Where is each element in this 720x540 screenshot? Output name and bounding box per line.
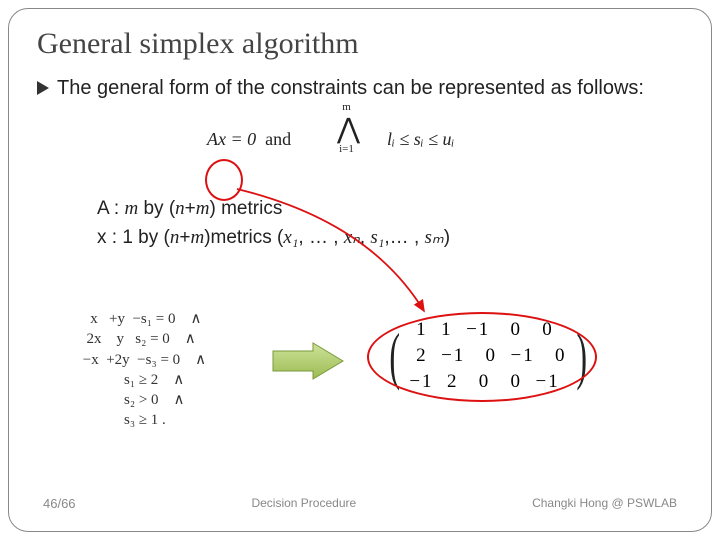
bigand-symbol-icon: ⋀ (337, 119, 360, 141)
footer-right: Changki Hong @ PSWLAB (532, 496, 677, 511)
and-text: and (265, 129, 291, 149)
formula-bigand: m ⋀ i=1 (337, 107, 360, 153)
eq-row: s₁ ≥ 2 ∧ (79, 370, 206, 390)
ax-text: Ax = 0 (207, 129, 256, 149)
desc-block: A : m by (n+m) metrics x : 1 by (n+m)met… (97, 195, 683, 252)
bigand-sub: i=1 (335, 143, 358, 155)
desc-line-x: x : 1 by (n+m)metrics (x₁, … , xₙ, s₁,… … (97, 224, 683, 253)
formula-axeq0: Ax = 0 and (207, 129, 291, 150)
eq-row: s₃ ≥ 1 . (79, 410, 206, 430)
block-arrow-icon (269, 339, 349, 388)
eq-row: x +y −s₁ = 0 ∧ (79, 309, 206, 329)
formula-bound: lᵢ ≤ sᵢ ≤ uᵢ (387, 129, 454, 150)
slide-number: 46/66 (43, 496, 76, 511)
eq-row: −x +2y −s₃ = 0 ∧ (79, 350, 206, 370)
footer-center: Decision Procedure (251, 496, 356, 511)
red-circle-annotation-icon (205, 159, 243, 201)
bullet-row: The general form of the constraints can … (37, 75, 683, 101)
footer: 46/66 Decision Procedure Changki Hong @ … (43, 496, 677, 511)
slide-title: General simplex algorithm (37, 27, 683, 61)
eq-row: 2x y s₂ = 0 ∧ (79, 329, 206, 349)
eq-row: s₂ > 0 ∧ (79, 390, 206, 410)
bound-text: lᵢ ≤ sᵢ ≤ uᵢ (387, 129, 454, 149)
desc-line-A: A : m by (n+m) metrics (97, 195, 683, 224)
red-ellipse-annotation-icon (367, 312, 597, 402)
bigand-sup: m (335, 101, 358, 113)
equation-block: x +y −s₁ = 0 ∧ 2x y s₂ = 0 ∧ −x +2y −s₃ … (79, 309, 206, 431)
triangle-bullet-icon (37, 81, 49, 100)
bullet-text: The general form of the constraints can … (57, 75, 644, 101)
slide-frame: General simplex algorithm The general fo… (8, 8, 712, 532)
